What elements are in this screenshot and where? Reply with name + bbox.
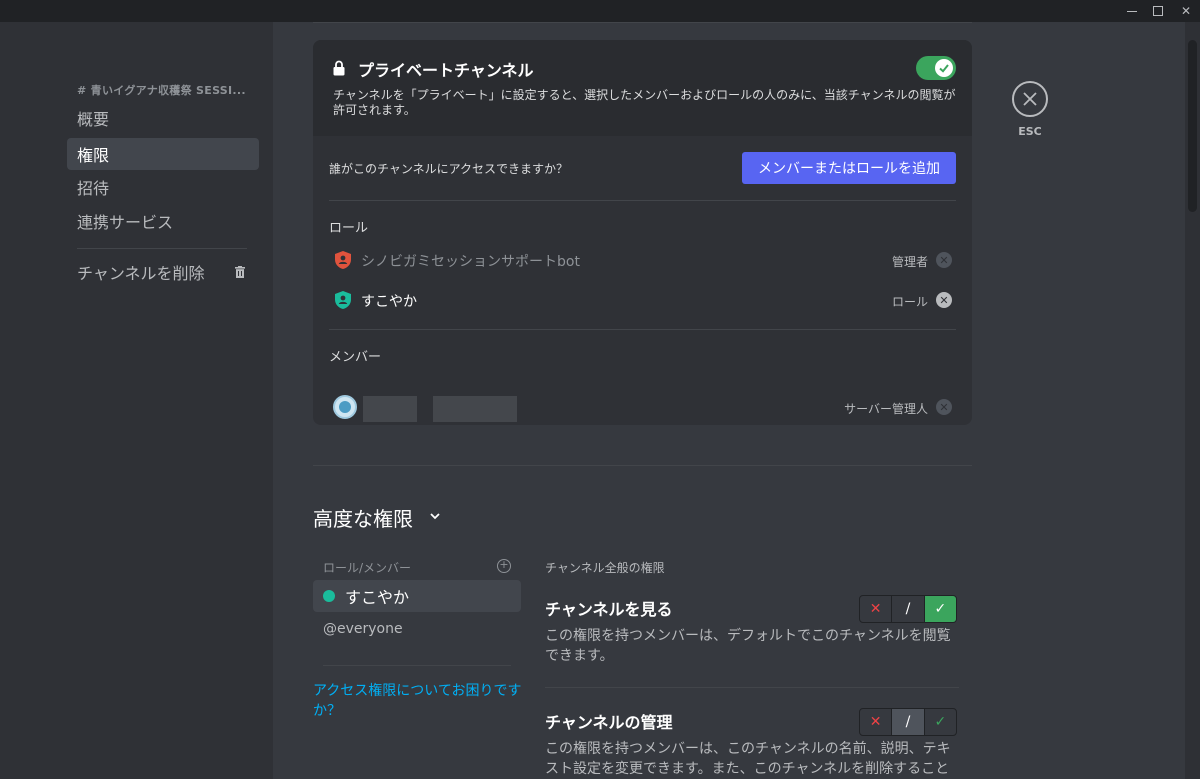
role-name: シノビガミセッションサポートbot <box>361 254 580 270</box>
advanced-permissions-title[interactable]: 高度な権限 <box>313 503 413 532</box>
sidebar-item-integrations[interactable]: 連携サービス <box>67 205 259 237</box>
permission-section-header: チャンネル全般の権限 <box>545 561 665 575</box>
scrollbar-thumb[interactable] <box>1188 40 1197 212</box>
trash-icon[interactable] <box>234 266 246 278</box>
channel-name-header: # 青いイグアナ収穫祭 SESSI... <box>77 84 246 97</box>
close-settings-button[interactable] <box>1012 81 1048 117</box>
close-icon <box>1023 92 1037 106</box>
top-divider <box>313 22 972 23</box>
deny-button[interactable]: ✕ <box>860 596 891 622</box>
allow-button[interactable]: ✓ <box>925 709 956 735</box>
close-window-button[interactable]: ✕ <box>1172 0 1200 22</box>
permission-toggle: ✕ / ✓ <box>859 708 957 736</box>
role-name: すこやか <box>361 294 417 310</box>
sidebar-item-invites[interactable]: 招待 <box>67 171 259 203</box>
card-divider <box>329 329 956 330</box>
esc-label: ESC <box>1018 125 1042 138</box>
private-channel-title: プライベートチャンネル <box>358 61 534 80</box>
private-channel-description: チャンネルを「プライベート」に設定すると、選択したメンバーおよびロールの人のみに… <box>333 88 956 117</box>
private-channel-card: プライベートチャンネル チャンネルを「プライベート」に設定すると、選択したメンバ… <box>313 40 972 425</box>
private-channel-header: プライベートチャンネル チャンネルを「プライベート」に設定すると、選択したメンバ… <box>313 40 972 136</box>
remove-role-button[interactable]: ✕ <box>936 292 952 308</box>
permission-description: この権限を持つメンバーは、このチャンネルの名前、説明、テキスト設定を変更できます… <box>545 741 951 777</box>
access-question: 誰がこのチャンネルにアクセスできますか？ <box>329 162 569 176</box>
roles-label: ロール <box>329 221 369 236</box>
roles-members-header: ロール/メンバー <box>323 561 412 575</box>
settings-sidebar: # 青いイグアナ収穫祭 SESSI... 概要 権限 招待 連携サービス チャン… <box>0 22 273 779</box>
delete-channel-button[interactable]: チャンネルを削除 <box>67 256 259 288</box>
permissions-help-link[interactable]: アクセス権限についてお困りですか？ <box>313 681 523 721</box>
chevron-down-icon[interactable] <box>428 509 442 523</box>
permission-description: この権限を持つメンバーは、デフォルトでこのチャンネルを閲覧できます。 <box>545 628 951 664</box>
add-role-icon[interactable]: + <box>497 559 511 573</box>
role-color-dot <box>323 590 335 602</box>
permission-divider <box>545 687 959 688</box>
permission-title: チャンネルの管理 <box>545 713 673 732</box>
remove-member-button[interactable]: ✕ <box>936 399 952 415</box>
minimize-icon <box>1127 10 1137 12</box>
lock-icon <box>333 60 345 76</box>
card-divider <box>329 200 956 201</box>
neutral-button[interactable]: / <box>891 596 925 622</box>
role-list-label: すこやか <box>345 588 410 607</box>
member-tag: サーバー管理人 <box>844 402 928 416</box>
sidebar-item-permissions[interactable]: 権限 <box>67 138 259 170</box>
role-list-item[interactable]: @everyone <box>313 613 521 645</box>
role-list-label: @everyone <box>323 621 403 637</box>
settings-content: プライベートチャンネル チャンネルを「プライベート」に設定すると、選択したメンバ… <box>273 22 1185 779</box>
remove-role-button[interactable]: ✕ <box>936 252 952 268</box>
role-tag: ロール <box>891 295 928 309</box>
sidebar-item-overview[interactable]: 概要 <box>67 102 259 134</box>
role-shield-icon <box>335 291 351 309</box>
neutral-button[interactable]: / <box>891 709 925 735</box>
permission-toggle: ✕ / ✓ <box>859 595 957 623</box>
list-divider <box>323 665 511 666</box>
window-titlebar: ✕ <box>0 0 1200 22</box>
maximize-icon <box>1153 6 1163 16</box>
member-row: サーバー管理人 ✕ <box>329 393 956 421</box>
check-icon <box>939 64 949 73</box>
section-divider <box>313 465 972 466</box>
private-channel-toggle[interactable] <box>916 56 956 80</box>
permission-title: チャンネルを見る <box>545 600 673 619</box>
maximize-button[interactable] <box>1144 0 1172 22</box>
toggle-knob <box>935 59 953 77</box>
role-row: すこやか ロール ✕ <box>329 286 956 314</box>
role-shield-icon <box>335 251 351 269</box>
add-member-or-role-button[interactable]: メンバーまたはロールを追加 <box>742 152 956 184</box>
members-label: メンバー <box>329 350 382 365</box>
minimize-button[interactable] <box>1118 0 1146 22</box>
role-tag: 管理者 <box>891 255 928 269</box>
sidebar-divider <box>77 248 247 249</box>
role-row: シノビガミセッションサポートbot 管理者 ✕ <box>329 246 956 274</box>
role-list-item[interactable]: すこやか <box>313 580 521 612</box>
deny-button[interactable]: ✕ <box>860 709 891 735</box>
allow-button[interactable]: ✓ <box>924 596 956 622</box>
